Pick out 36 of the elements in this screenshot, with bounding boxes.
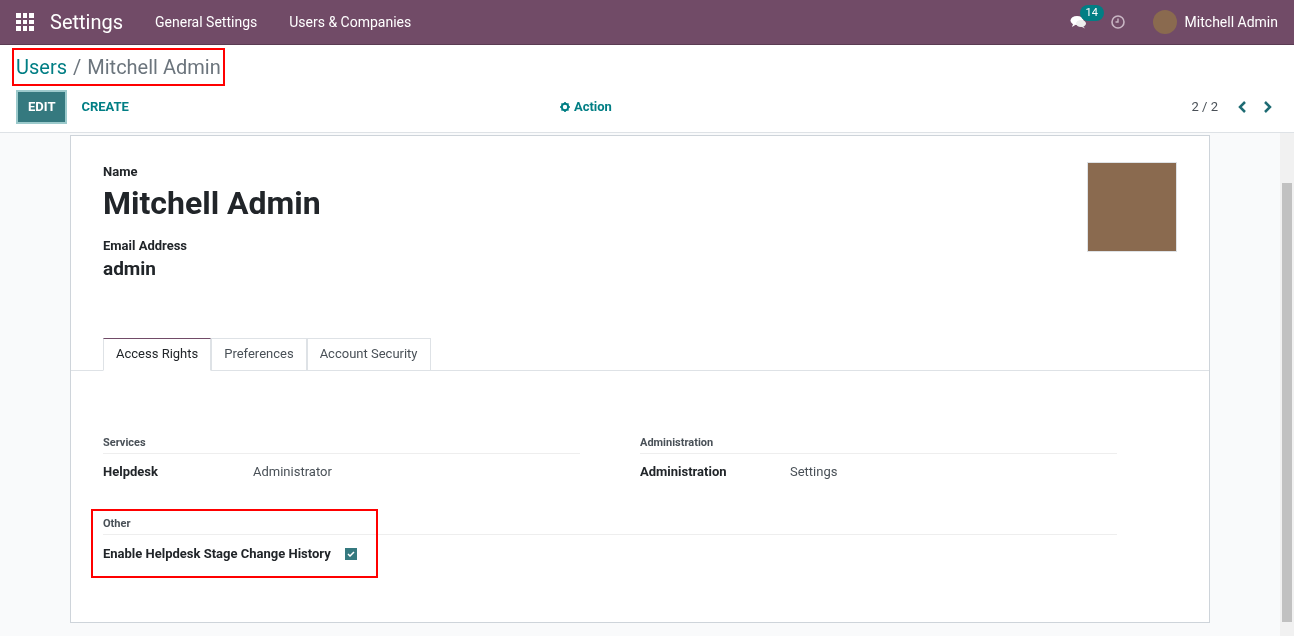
breadcrumb-current: Mitchell Admin <box>87 54 221 81</box>
action-menu-button[interactable]: Action <box>559 97 612 117</box>
next-chevron-icon[interactable] <box>1263 101 1272 113</box>
group-title: Other <box>103 515 1117 535</box>
form-tab[interactable]: Access Rights <box>103 337 212 371</box>
field-label: Helpdesk <box>103 463 159 481</box>
breadcrumb-link[interactable]: Users <box>16 52 67 82</box>
clock-icon[interactable] <box>1110 15 1125 29</box>
checkbox[interactable] <box>344 547 357 560</box>
previous-chevron-icon[interactable] <box>1238 101 1247 113</box>
user-name[interactable]: Mitchell Admin <box>1184 11 1278 33</box>
form-tab[interactable]: Account Security <box>306 337 431 371</box>
navbar-menu-item[interactable]: General Settings <box>155 11 258 33</box>
form-tab[interactable]: Preferences <box>211 337 307 371</box>
field-label: Email Address <box>103 236 189 255</box>
field-value: Settings <box>790 463 838 481</box>
message-count-badge: 14 <box>1079 5 1104 21</box>
scrollbar[interactable] <box>1280 133 1294 636</box>
user-name-heading: Mitchell Admin <box>103 182 322 223</box>
chat-bubbles-icon[interactable] <box>1069 15 1087 29</box>
apps-menu-icon[interactable] <box>16 13 34 31</box>
pager-value: 2 / 2 <box>1191 98 1218 117</box>
email-value: admin <box>103 256 157 282</box>
gear-icon <box>559 102 570 112</box>
breadcrumb-separator: / <box>73 54 82 81</box>
field-label: Administration <box>640 463 728 481</box>
navbar-menu-item[interactable]: Users & Companies <box>289 11 412 33</box>
create-button[interactable]: CREATE <box>75 97 135 117</box>
user-avatar <box>1152 10 1177 34</box>
field-label: Enable Helpdesk Stage Change History <box>103 545 331 563</box>
group-title: Services <box>103 434 580 454</box>
group-title: Administration <box>640 434 1117 454</box>
field-value: Administrator <box>253 463 332 481</box>
edit-button[interactable]: EDIT <box>16 90 68 124</box>
app-title: Settings <box>50 9 124 36</box>
field-label: Name <box>103 163 139 181</box>
